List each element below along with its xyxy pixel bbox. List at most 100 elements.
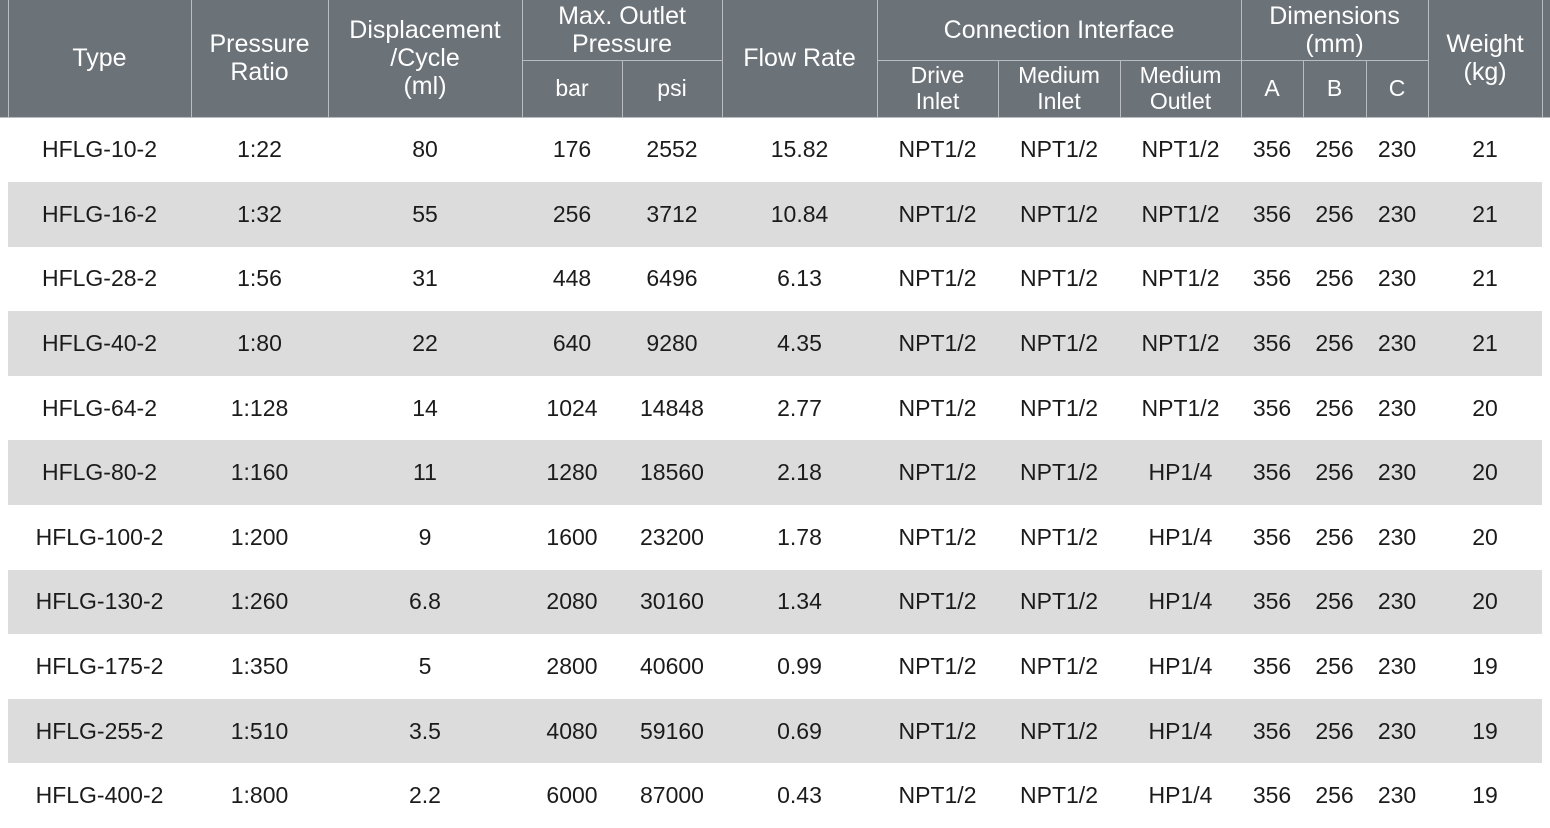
- header-pressure-ratio-line2: Ratio: [230, 58, 289, 87]
- cell-drive-inlet: NPT1/2: [877, 246, 999, 312]
- header-weight-line2: (kg): [1463, 58, 1507, 87]
- cell-medium-outlet: NPT1/2: [1120, 311, 1242, 376]
- cell-b: 256: [1303, 698, 1367, 764]
- header-frame-left: [0, 0, 9, 118]
- cell-c: 230: [1366, 117, 1429, 183]
- cell-weight: 21: [1428, 311, 1543, 376]
- cell-weight: 20: [1428, 375, 1543, 441]
- header-medium-outlet-line2: Outlet: [1149, 87, 1212, 114]
- cell-psi: 59160: [622, 698, 723, 764]
- header-dimension-c: C: [1365, 60, 1429, 118]
- cell-type: HFLG-100-2: [8, 505, 191, 570]
- header-displacement-line2: /Cycle: [390, 44, 460, 73]
- cell-displacement: 6.8: [328, 569, 522, 635]
- cell-bar: 176: [522, 117, 622, 183]
- cell-a: 356: [1241, 375, 1304, 441]
- header-pressure-ratio-line1: Pressure: [209, 30, 310, 59]
- cell-flow-rate: 1.34: [722, 569, 878, 635]
- row-frame-left: [0, 505, 8, 570]
- cell-weight: 19: [1428, 698, 1543, 764]
- cell-medium-outlet: HP1/4: [1120, 763, 1242, 828]
- header-medium-inlet: Medium Inlet: [997, 60, 1121, 118]
- cell-psi: 3712: [622, 182, 723, 247]
- cell-type: HFLG-16-2: [8, 182, 191, 247]
- cell-displacement: 31: [328, 246, 522, 312]
- cell-type: HFLG-400-2: [8, 763, 191, 828]
- cell-drive-inlet: NPT1/2: [877, 440, 999, 506]
- cell-weight: 19: [1428, 634, 1543, 699]
- cell-flow-rate: 0.99: [722, 634, 878, 699]
- row-frame-right: [1542, 375, 1550, 441]
- cell-medium-inlet: NPT1/2: [998, 763, 1121, 828]
- row-frame-left: [0, 311, 8, 376]
- cell-medium-inlet: NPT1/2: [998, 246, 1121, 312]
- cell-c: 230: [1366, 311, 1429, 376]
- cell-displacement: 22: [328, 311, 522, 376]
- row-frame-right: [1542, 311, 1550, 376]
- cell-drive-inlet: NPT1/2: [877, 375, 999, 441]
- cell-weight: 21: [1428, 117, 1543, 183]
- row-frame-right: [1542, 182, 1550, 247]
- cell-bar: 448: [522, 246, 622, 312]
- header-dimensions-line1: Dimensions: [1269, 2, 1400, 30]
- row-frame-left: [0, 634, 8, 699]
- table-row: HFLG-16-2 1:32 55 256 3712 10.84 NPT1/2 NPT1/2 N…: [0, 182, 1550, 247]
- cell-b: 256: [1303, 182, 1367, 247]
- cell-psi: 23200: [622, 505, 723, 570]
- cell-a: 356: [1241, 182, 1304, 247]
- row-frame-left: [0, 375, 8, 441]
- cell-type: HFLG-80-2: [8, 440, 191, 506]
- cell-displacement: 3.5: [328, 698, 522, 764]
- cell-drive-inlet: NPT1/2: [877, 569, 999, 635]
- cell-displacement: 9: [328, 505, 522, 570]
- header-dimensions-group: Dimensions (mm): [1240, 0, 1429, 61]
- cell-c: 230: [1366, 698, 1429, 764]
- cell-medium-outlet: NPT1/2: [1120, 117, 1242, 183]
- cell-medium-inlet: NPT1/2: [998, 698, 1121, 764]
- cell-medium-inlet: NPT1/2: [998, 375, 1121, 441]
- row-frame-right: [1542, 246, 1550, 312]
- table-row: HFLG-255-2 1:510 3.5 4080 59160 0.69 NPT1/2 NPT…: [0, 698, 1550, 764]
- cell-bar: 1600: [522, 505, 622, 570]
- cell-type: HFLG-175-2: [8, 634, 191, 699]
- cell-c: 230: [1366, 569, 1429, 635]
- cell-b: 256: [1303, 375, 1367, 441]
- cell-drive-inlet: NPT1/2: [877, 634, 999, 699]
- cell-pressure-ratio: 1:800: [191, 763, 328, 828]
- header-medium-inlet-line2: Inlet: [1037, 87, 1081, 114]
- cell-flow-rate: 0.69: [722, 698, 878, 764]
- cell-medium-inlet: NPT1/2: [998, 311, 1121, 376]
- cell-bar: 640: [522, 311, 622, 376]
- cell-psi: 30160: [622, 569, 723, 635]
- cell-medium-outlet: HP1/4: [1120, 569, 1242, 635]
- cell-weight: 20: [1428, 505, 1543, 570]
- cell-b: 256: [1303, 763, 1367, 828]
- cell-pressure-ratio: 1:510: [191, 698, 328, 764]
- cell-c: 230: [1366, 763, 1429, 828]
- row-frame-left: [0, 246, 8, 312]
- header-drive-inlet-line1: Drive: [910, 62, 965, 88]
- cell-medium-inlet: NPT1/2: [998, 505, 1121, 570]
- header-displacement-line3: (ml): [403, 72, 447, 101]
- cell-a: 356: [1241, 117, 1304, 183]
- cell-c: 230: [1366, 634, 1429, 699]
- cell-drive-inlet: NPT1/2: [877, 117, 999, 183]
- header-dimension-a: A: [1240, 60, 1304, 118]
- cell-flow-rate: 0.43: [722, 763, 878, 828]
- cell-b: 256: [1303, 634, 1367, 699]
- cell-psi: 40600: [622, 634, 723, 699]
- row-frame-right: [1542, 569, 1550, 635]
- cell-c: 230: [1366, 246, 1429, 312]
- cell-displacement: 14: [328, 375, 522, 441]
- table-header: Type Pressure Ratio Displacement /Cycle …: [0, 0, 1550, 118]
- cell-type: HFLG-255-2: [8, 698, 191, 764]
- header-weight-line1: Weight: [1446, 30, 1524, 59]
- cell-drive-inlet: NPT1/2: [877, 311, 999, 376]
- cell-type: HFLG-64-2: [8, 375, 191, 441]
- header-medium-inlet-line1: Medium: [1018, 62, 1100, 88]
- header-pressure-ratio: Pressure Ratio: [190, 0, 329, 118]
- header-displacement-per-cycle: Displacement /Cycle (ml): [327, 0, 523, 118]
- cell-type: HFLG-10-2: [8, 117, 191, 183]
- row-frame-right: [1542, 117, 1550, 183]
- cell-medium-outlet: NPT1/2: [1120, 246, 1242, 312]
